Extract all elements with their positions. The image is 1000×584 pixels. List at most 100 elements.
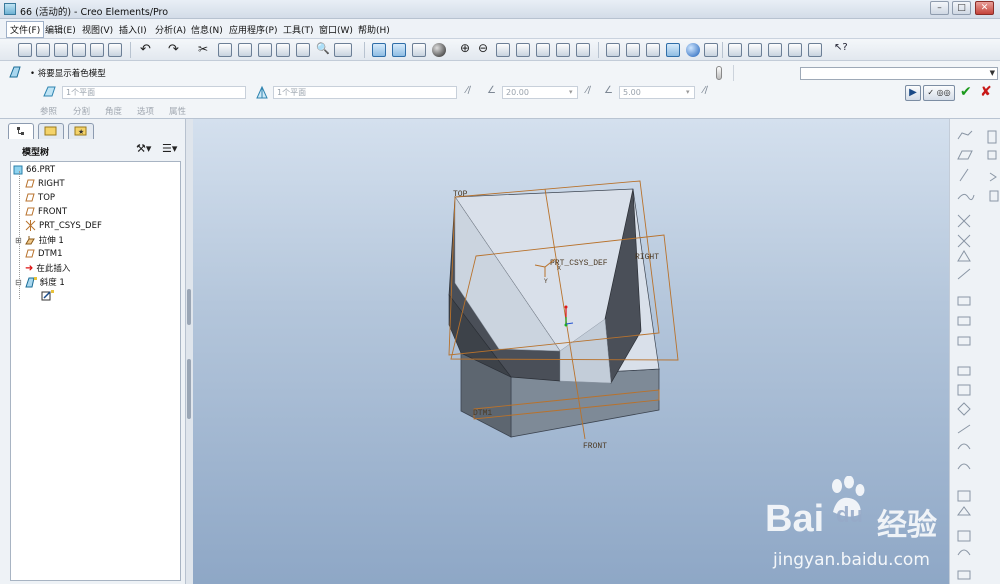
tab-folder-browser[interactable] xyxy=(38,123,64,139)
splitter-grip[interactable] xyxy=(187,359,191,419)
datum-axes-display-icon[interactable] xyxy=(748,43,762,57)
copy-icon[interactable] xyxy=(218,43,232,57)
menu-insert[interactable]: 插入(I) xyxy=(119,23,147,36)
tree-item-front[interactable]: FRONT xyxy=(25,206,67,219)
tree-item-dtm1[interactable]: DTM1 xyxy=(25,248,62,261)
menu-window[interactable]: 窗口(W) xyxy=(319,23,353,36)
zoom-in-icon[interactable]: ⊕ xyxy=(460,41,474,55)
repaint-icon[interactable] xyxy=(372,43,386,57)
settings-icon[interactable]: ⚒▾ xyxy=(136,142,151,155)
tree-item-label: 拉伸 1 xyxy=(38,236,64,246)
find-icon[interactable]: 🔍 xyxy=(316,42,330,56)
tree-item-insert-here[interactable]: ➜ 在此插入 xyxy=(25,262,70,275)
flip-angle2-icon[interactable]: ⁄∕ xyxy=(703,85,708,96)
tree-item-right[interactable]: RIGHT xyxy=(25,178,65,191)
preview-icon[interactable] xyxy=(90,43,104,57)
tree-item-csys[interactable]: PRT_CSYS_DEF xyxy=(25,220,102,233)
spin-center-icon[interactable] xyxy=(392,43,406,57)
csys-display-icon[interactable] xyxy=(788,43,802,57)
menu-view[interactable]: 视图(V) xyxy=(82,23,113,36)
angle1-field[interactable]: 20.00 xyxy=(502,86,578,99)
show-icon[interactable]: ☰▾ xyxy=(162,142,177,155)
regen-manager-icon[interactable] xyxy=(296,43,310,57)
copy-tb-icon xyxy=(957,490,971,502)
menu-analysis[interactable]: 分析(A) xyxy=(155,23,186,36)
pattern-tb-icon xyxy=(957,570,971,580)
hidden-line-icon[interactable] xyxy=(626,43,640,57)
view-display-icon[interactable] xyxy=(704,43,718,57)
menu-info[interactable]: 信息(N) xyxy=(191,23,223,36)
menu-applications[interactable]: 应用程序(P) xyxy=(229,23,277,36)
splitter-grip[interactable] xyxy=(187,289,191,325)
datum-label-dtm1: DTM1 xyxy=(473,409,492,418)
plane-icon xyxy=(957,150,973,160)
undo-icon[interactable]: ↶ xyxy=(140,42,154,57)
context-help-icon[interactable]: ↖? xyxy=(834,42,848,56)
cancel-icon[interactable]: ✘ xyxy=(980,84,992,100)
paste-special-icon[interactable] xyxy=(258,43,272,57)
draft-hinges-input[interactable]: 1个平面 xyxy=(273,86,457,99)
datum-plane-icon xyxy=(25,179,35,188)
reorient-icon[interactable] xyxy=(516,43,530,57)
graphics-window[interactable]: TOP RIGHT FRONT DTM1 PRT_CSYS_DEF X Y Ba… xyxy=(193,119,949,584)
flip-angle1-icon[interactable]: ⁄∕ xyxy=(586,85,591,96)
tab-favorites[interactable]: ★ xyxy=(68,123,94,139)
thermometer-icon xyxy=(716,66,722,80)
filter-select[interactable]: ▼ xyxy=(800,67,998,80)
maximize-button[interactable]: □ xyxy=(952,1,971,15)
draft-surfaces-input[interactable]: 1个平面 xyxy=(62,86,246,99)
datum-planes-display-icon[interactable] xyxy=(728,43,742,57)
selection-box-icon[interactable] xyxy=(334,43,352,57)
appearance-icon[interactable] xyxy=(432,43,446,57)
tab-angles[interactable]: 角度 xyxy=(105,105,122,117)
no-hidden-icon[interactable] xyxy=(646,43,660,57)
layers-icon[interactable] xyxy=(556,43,570,57)
chamfer-tb-icon xyxy=(957,463,971,470)
enhanced-realism-icon[interactable] xyxy=(686,43,700,57)
angle1-dropdown-icon[interactable]: ▾ xyxy=(569,88,573,96)
tab-properties[interactable]: 属性 xyxy=(169,105,186,117)
close-button[interactable]: ✕ xyxy=(975,1,994,15)
print-icon[interactable] xyxy=(72,43,86,57)
tab-split[interactable]: 分割 xyxy=(73,105,90,117)
cut-icon[interactable]: ✂ xyxy=(198,42,212,56)
watermark-brand-cn: 经验 xyxy=(877,508,937,543)
zoom-out-icon[interactable]: ⊖ xyxy=(478,41,492,55)
wireframe-icon[interactable] xyxy=(606,43,620,57)
save-icon[interactable] xyxy=(54,43,68,57)
tree-item-draft[interactable]: ⊟ 斜度 1 xyxy=(15,276,65,289)
menu-file[interactable]: 文件(F) xyxy=(6,21,45,38)
refit-icon[interactable] xyxy=(496,43,510,57)
preview-glasses-icon[interactable]: ✓ ◎◎ xyxy=(923,85,955,101)
tree-item-extrude[interactable]: ⊞ 拉伸 1 xyxy=(15,234,64,247)
tab-model-tree[interactable] xyxy=(8,123,34,139)
shading-icon[interactable] xyxy=(666,43,680,57)
tab-options[interactable]: 选项 xyxy=(137,105,154,117)
angle2-field[interactable]: 5.00 xyxy=(619,86,695,99)
redo-icon[interactable]: ↷ xyxy=(168,42,182,57)
new-icon[interactable] xyxy=(18,43,32,57)
datum-points-display-icon[interactable] xyxy=(768,43,782,57)
tab-references[interactable]: 参照 xyxy=(40,105,57,117)
pause-play-icon[interactable]: ▶ xyxy=(905,85,921,101)
paste-icon[interactable] xyxy=(238,43,252,57)
panel-splitter[interactable] xyxy=(186,119,193,584)
angle2-dropdown-icon[interactable]: ▾ xyxy=(686,88,690,96)
view-manager-icon[interactable] xyxy=(576,43,590,57)
regenerate-icon[interactable] xyxy=(276,43,290,57)
minimize-button[interactable]: – xyxy=(930,1,949,15)
flip-direction-icon[interactable]: ⁄∕ xyxy=(466,85,471,96)
menu-tools[interactable]: 工具(T) xyxy=(283,23,314,36)
tree-item-edit-feature[interactable] xyxy=(41,290,58,303)
accept-icon[interactable]: ✔ xyxy=(960,84,972,100)
saved-views-icon[interactable] xyxy=(536,43,550,57)
rule-icon xyxy=(957,250,971,262)
datum-label-front: FRONT xyxy=(583,442,607,451)
menu-help[interactable]: 帮助(H) xyxy=(358,23,390,36)
tree-item-top[interactable]: TOP xyxy=(25,192,55,205)
open-icon[interactable] xyxy=(36,43,50,57)
orient-mode-icon[interactable] xyxy=(412,43,426,57)
annotation-display-icon[interactable] xyxy=(808,43,822,57)
menu-edit[interactable]: 编辑(E) xyxy=(45,23,76,36)
email-icon[interactable] xyxy=(108,43,122,57)
